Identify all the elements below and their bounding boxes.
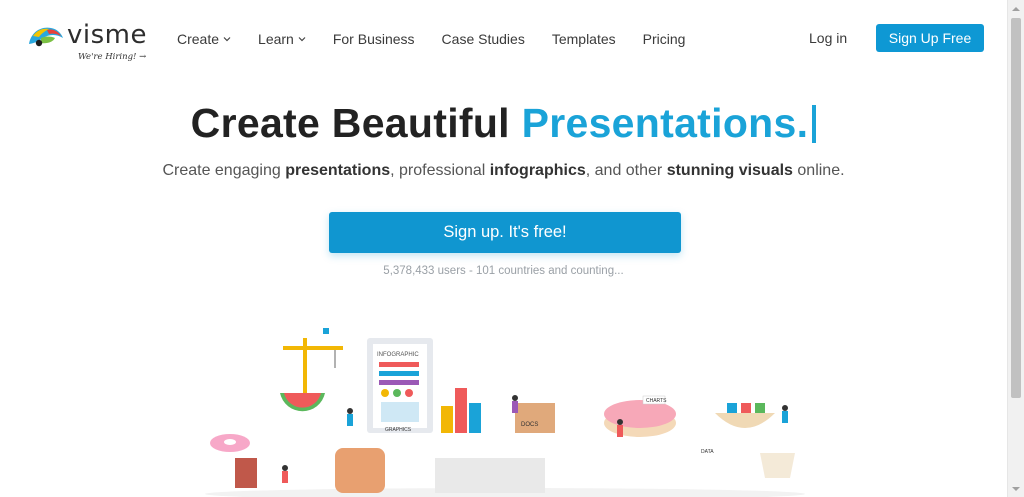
hero-title-main: Create Beautiful [190,100,522,146]
nav-case-studies[interactable]: Case Studies [442,31,525,47]
scroll-thumb[interactable] [1011,18,1021,398]
subtitle-bold: presentations [285,162,391,179]
page-scrollbar[interactable] [1007,0,1024,497]
sign-up-cta-button[interactable]: Sign up. It's free! [329,212,681,253]
visme-logo[interactable]: visme We're Hiring! → [27,20,157,66]
pie-cake-graphic: CHARTS [604,395,676,437]
hero-title: Create Beautiful Presentations. [0,100,1007,147]
nav-case-studies-label: Case Studies [441,31,525,47]
cup-graphic: DATA [701,449,795,478]
visme-logo-icon [29,27,63,47]
bar-blocks-graphic [441,388,481,433]
nav-templates-label: Templates [551,31,616,47]
subtitle-bold: infographics [489,162,586,179]
scroll-up-arrow-icon[interactable] [1008,0,1024,17]
subtitle-text: Create engaging [162,162,286,179]
logo-wordmark: visme [67,20,147,50]
nav-create[interactable]: Create [177,31,231,47]
nav-templates[interactable]: Templates [552,31,616,47]
sign-up-free-button[interactable]: Sign Up Free [876,24,984,52]
chevron-down-icon [223,37,231,42]
hero-title-accent: Presentations. [521,100,809,146]
subtitle-bold: stunning visuals [666,162,793,179]
nav-create-label: Create [177,31,220,47]
infographic-board: INFOGRAPHIC GRAPHICS [367,338,433,433]
nav-learn-label: Learn [258,31,294,47]
nav-for-business[interactable]: For Business [333,31,415,47]
bowl-graphic [715,403,775,428]
nav-pricing-label: Pricing [642,31,686,47]
graphics-label: GRAPHICS [385,427,412,433]
users-count-text: 5,378,433 users - 101 countries and coun… [383,265,624,277]
scroll-down-arrow-icon[interactable] [1008,480,1024,497]
charts-label: CHARTS [646,398,667,404]
subtitle-text: , professional [390,162,490,179]
site-header: visme We're Hiring! → Create Learn For B… [0,0,1007,78]
hiring-link[interactable]: We're Hiring! → [78,52,146,62]
subtitle-text: , and other [585,162,667,179]
jar-graphic [235,458,257,488]
watermelon-graphic [280,393,325,412]
open-book-graphic [435,458,545,493]
docs-label: DOCS [521,422,538,428]
typing-caret [812,105,817,143]
chevron-down-icon [298,37,306,42]
main-nav: Create Learn For Business Case Studies T… [177,31,712,47]
hero-illustration: INFOGRAPHIC GRAPHICS DOCS CHARTS DATA [205,328,805,497]
nav-learn[interactable]: Learn [258,31,306,47]
nav-for-business-label: For Business [332,31,415,47]
login-link[interactable]: Log in [809,30,847,46]
nav-pricing[interactable]: Pricing [643,31,686,47]
data-label: DATA [701,449,714,455]
donut-graphic [210,434,250,452]
hero-subtitle: Create engaging presentations, professio… [0,162,1007,180]
infographic-label: INFOGRAPHIC [377,352,419,358]
docs-box-graphic: DOCS [515,403,555,433]
subtitle-text: online. [792,162,845,179]
bread-graphic [335,448,385,493]
